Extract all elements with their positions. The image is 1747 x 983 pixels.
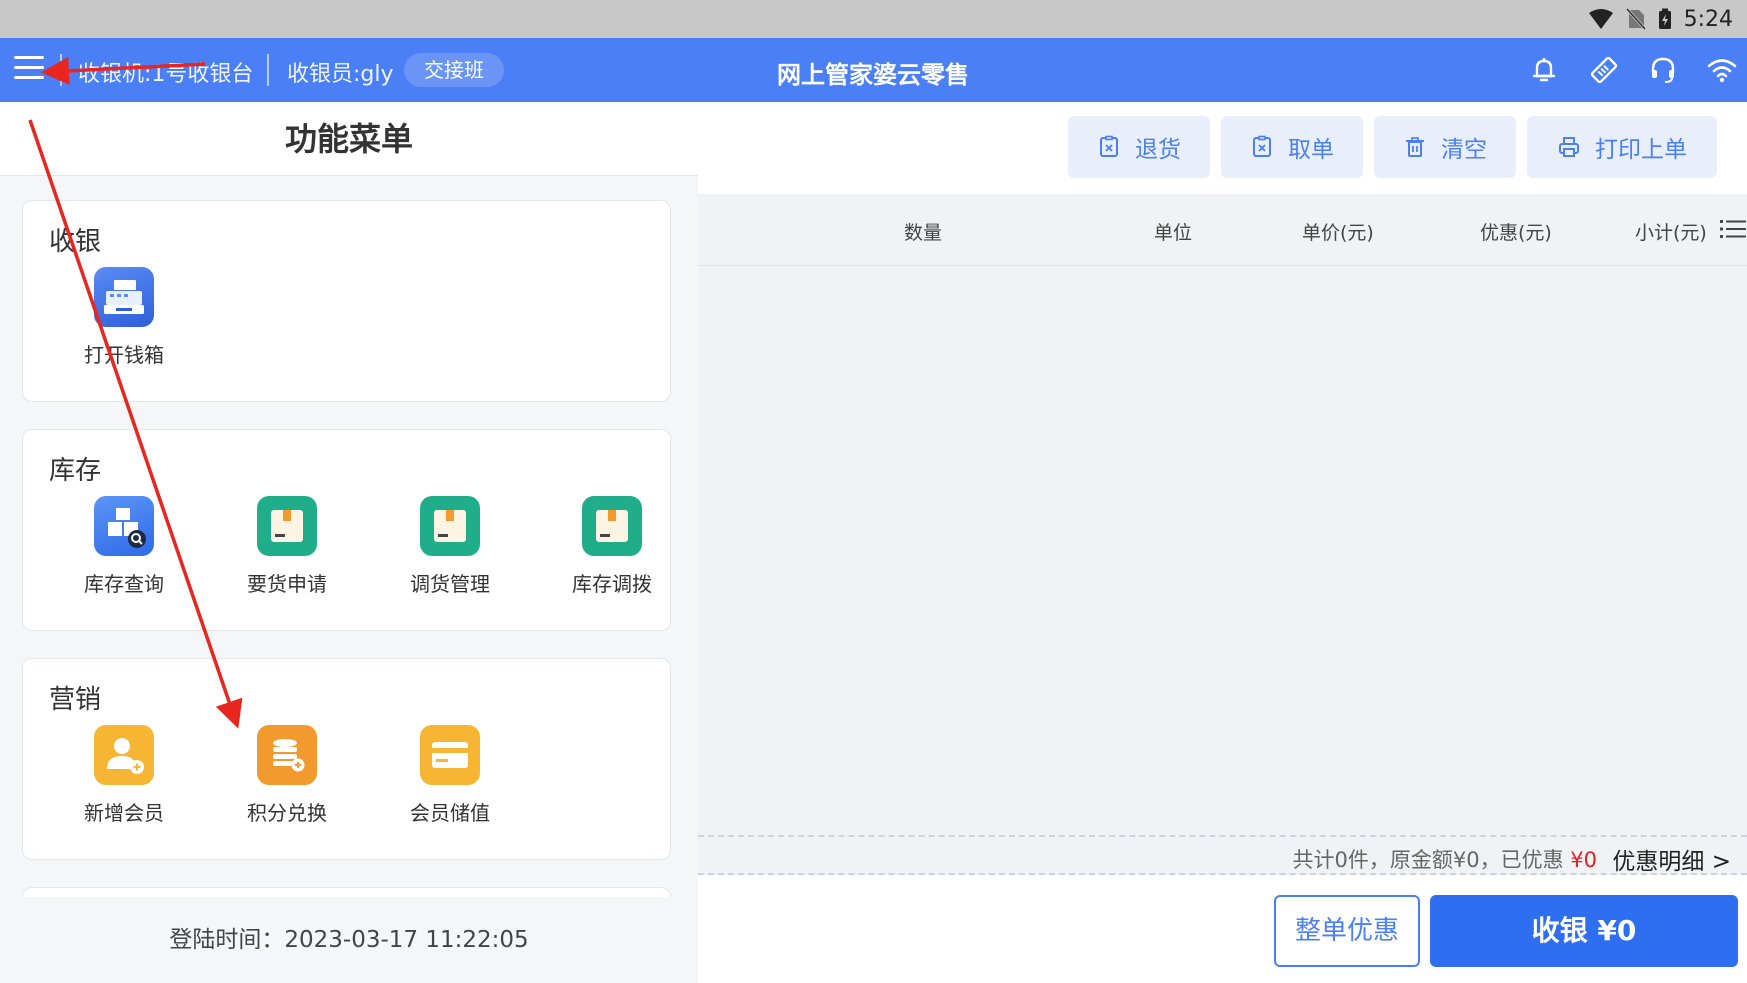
headset-icon[interactable] (1647, 54, 1679, 86)
app-title: 网上管家婆云零售 (777, 61, 969, 89)
menu-item-member-topup[interactable]: 会员储值 (390, 725, 510, 826)
box-transfer-icon (420, 496, 480, 556)
column-header-quantity: 数量 (904, 222, 943, 244)
menu-item-label: 调货管理 (410, 572, 490, 596)
no-sim-icon (1625, 8, 1646, 30)
retrieve-order-label: 取单 (1288, 137, 1334, 163)
checkout-pay-button[interactable]: 收银 ¥0 (1430, 895, 1738, 967)
section-title: 营销 (49, 685, 102, 715)
whole-order-discount-button[interactable]: 整单优惠 (1274, 895, 1420, 967)
print-last-order-button[interactable]: 打印上单 (1527, 116, 1717, 178)
summary-totals: 共计0件，原金额¥0，已优惠 (1292, 848, 1564, 872)
trash-icon (1406, 137, 1424, 157)
return-icon (1100, 135, 1118, 157)
menu-item-label: 库存查询 (84, 572, 164, 596)
box-allocate-icon (582, 496, 642, 556)
menu-item-label: 积分兑换 (247, 801, 327, 825)
points-exchange-icon (257, 725, 317, 785)
clear-button-label: 清空 (1441, 137, 1487, 163)
section-title: 库存 (49, 456, 102, 486)
cashier-info: 收银员:gly (287, 62, 394, 87)
menu-item-label: 会员储值 (410, 801, 490, 825)
column-header-subtotal: 小计(元) (1635, 222, 1707, 244)
hamburger-menu-icon[interactable] (14, 56, 44, 84)
discount-detail-link[interactable]: 优惠明细 > (1612, 842, 1731, 876)
section-inventory: 库存 库存查询 要货申请 调货管理 库存调拨 (22, 429, 671, 631)
menu-item-label: 库存调拨 (572, 572, 652, 596)
menu-item-points-exchange[interactable]: 积分兑换 (227, 725, 347, 826)
tag-icon[interactable] (1588, 54, 1620, 86)
column-header-unit: 单位 (1154, 222, 1193, 244)
menu-item-label: 要货申请 (247, 572, 327, 596)
register-info: 收银机:1号收银台 (78, 62, 254, 87)
return-button[interactable]: 退货 (1068, 116, 1210, 178)
menu-item-label: 打开钱箱 (84, 343, 164, 367)
header-divider (267, 54, 269, 86)
order-toolbar: 退货 取单 清空 打印上单 (698, 102, 1747, 194)
shift-handover-button[interactable]: 交接班 (404, 53, 504, 87)
menu-item-label: 新增会员 (84, 801, 164, 825)
order-summary: 共计0件，原金额¥0，已优惠 ¥0 优惠明细 > (698, 835, 1747, 875)
menu-item-stock-request[interactable]: 要货申请 (227, 496, 347, 597)
checkout-bar: 整单优惠 收银 ¥0 (698, 875, 1747, 983)
column-list-icon[interactable] (1720, 218, 1746, 240)
section-next-partial (22, 887, 671, 897)
wifi-icon (1707, 59, 1737, 83)
box-request-icon (257, 496, 317, 556)
menu-item-open-cash-drawer[interactable]: 打开钱箱 (64, 267, 184, 368)
summary-discount-amount: ¥0 (1570, 848, 1597, 872)
function-menu-panel: 功能菜单 收银 打开钱箱 库存 库存查询 要货申请 调货管理 库存调拨 营销 新… (0, 102, 698, 983)
menu-item-stock-allocation[interactable]: 库存调拨 (552, 496, 672, 597)
add-member-icon (94, 725, 154, 785)
member-card-icon (420, 725, 480, 785)
stock-search-icon (94, 496, 154, 556)
menu-item-stock-query[interactable]: 库存查询 (64, 496, 184, 597)
column-header-unit-price: 单价(元) (1302, 222, 1374, 244)
menu-item-add-member[interactable]: 新增会员 (64, 725, 184, 826)
menu-item-transfer-management[interactable]: 调货管理 (390, 496, 510, 597)
cash-register-icon (94, 267, 154, 327)
menu-title: 功能菜单 (0, 102, 698, 176)
order-panel: 退货 取单 清空 打印上单 数量 单位 单价(元) 优惠(元) 小计(元) 共计… (698, 102, 1747, 983)
summary-text: 共计0件，原金额¥0，已优惠 ¥0 (1292, 844, 1597, 874)
battery-icon (1658, 8, 1671, 29)
login-time: 登陆时间：2023-03-17 11:22:05 (169, 927, 529, 953)
wifi-signal-icon (1588, 9, 1613, 29)
table-header: 数量 单位 单价(元) 优惠(元) 小计(元) (698, 194, 1747, 266)
clock: 5:24 (1683, 6, 1733, 32)
bell-icon[interactable] (1528, 54, 1560, 86)
column-header-discount: 优惠(元) (1480, 222, 1552, 244)
section-marketing: 营销 新增会员 积分兑换 会员储值 (22, 658, 671, 860)
app-header: 收银机:1号收银台 收银员:gly 交接班 网上管家婆云零售 (0, 38, 1747, 102)
clear-button[interactable]: 清空 (1374, 116, 1516, 178)
print-last-order-label: 打印上单 (1595, 137, 1687, 163)
retrieve-order-icon (1253, 135, 1271, 157)
return-button-label: 退货 (1135, 137, 1181, 163)
section-cashier: 收银 打开钱箱 (22, 200, 671, 402)
order-table: 数量 单位 单价(元) 优惠(元) 小计(元) (698, 194, 1747, 934)
header-divider (60, 54, 62, 86)
system-status-bar: 5:24 (0, 0, 1747, 38)
retrieve-order-button[interactable]: 取单 (1221, 116, 1363, 178)
printer-icon (1559, 137, 1579, 157)
section-title: 收银 (49, 227, 102, 257)
